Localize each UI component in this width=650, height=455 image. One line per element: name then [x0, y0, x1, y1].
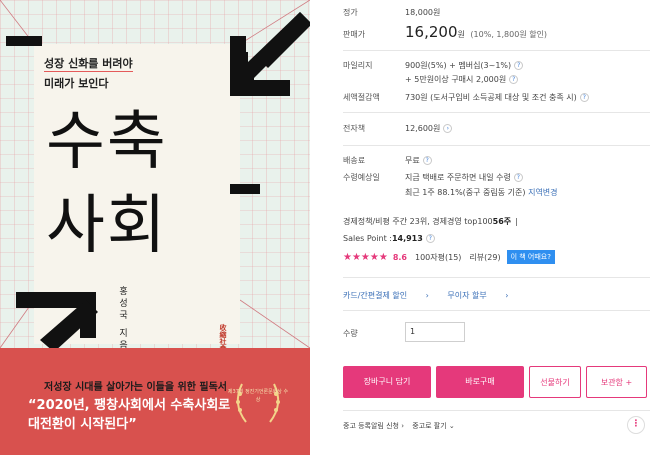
divider	[343, 310, 650, 311]
book-cover[interactable]: 성장 신화를 버려야 미래가 보인다 수축 사회 홍성국 지음 收縮社會 저성장…	[0, 0, 310, 455]
shipping-label: 배송료	[343, 156, 366, 165]
mileage-label: 마일리지	[343, 61, 373, 70]
delivery-value: 지금 택배로 주문하면 내일 수령?	[405, 172, 523, 183]
divider	[343, 145, 650, 146]
rating-score: 8.6	[392, 252, 407, 262]
help-icon[interactable]: ?	[513, 173, 523, 182]
sale-price: 16,200	[405, 23, 458, 41]
rating-stars-icon: ★★★★★	[343, 251, 388, 263]
interest-free-link[interactable]: 무이자 할부 ›	[447, 291, 508, 300]
list-price-label: 정가	[343, 8, 358, 17]
mileage-line1: 900원(5%) + 멤버십(3~1%)?	[405, 60, 524, 71]
shipping-value: 무료?	[405, 155, 432, 166]
rank-weeks: 56주	[492, 217, 512, 226]
help-icon[interactable]: ?	[509, 75, 519, 84]
payment-links: 카드/간편결제 할인 › 무이자 할부 ›	[343, 290, 525, 301]
sale-price-unit: 원	[457, 30, 465, 39]
divider	[343, 112, 650, 113]
award-emblem: 제37회 정진기언론문화상 수상	[226, 374, 290, 430]
ebook-label: 전자책	[343, 124, 366, 133]
delivery-label: 수령예상일	[343, 173, 380, 182]
used-alert-link[interactable]: 중고 등록알림 신청 ›	[343, 422, 404, 430]
review-badge[interactable]: 이 책 어때요?	[506, 250, 555, 264]
cover-title: 수축 사회	[46, 105, 168, 263]
band-lead: 저성장 시대를 살아가는 이들을 위한 필독서	[44, 382, 228, 393]
band-quote: “2020년, 팽창사회에서 수축사회로 대전환이 시작된다”	[28, 398, 231, 432]
cover-subtitle: 성장 신화를 버려야 미래가 보인다	[44, 57, 133, 90]
quantity-input[interactable]: 1	[405, 322, 465, 342]
rank-info: 경제정책/비평 주간 23위, 경제경영 top100 56주 |	[343, 217, 518, 226]
rating-row: ★★★★★ 8.6 100자평(15) 리뷰(29) 이 책 어때요?	[343, 250, 555, 264]
ebook-price[interactable]: 12,600원 ›	[405, 123, 453, 134]
divider	[343, 277, 650, 278]
used-links: 중고 등록알림 신청 › 중고로 팔기 ⌄	[343, 421, 455, 431]
help-icon[interactable]: ?	[425, 234, 435, 243]
product-info: 정가 18,000원 판매가 16,200원 (10%, 1,800원 할인) …	[343, 0, 650, 455]
arrow-right-icon[interactable]: ›	[443, 124, 453, 133]
sales-point: Sales Point : 14,913?	[343, 234, 435, 243]
award-text: 제37회 정진기언론문화상 수상	[227, 389, 289, 403]
more-options-icon[interactable]: ⋮	[627, 416, 645, 434]
gift-button[interactable]: 선물하기	[529, 366, 581, 398]
used-sell-link[interactable]: 중고로 팔기 ⌄	[412, 422, 455, 430]
buy-now-button[interactable]: 바로구매	[436, 366, 524, 398]
wishlist-button[interactable]: 보관함 +	[586, 366, 647, 398]
sale-price-label: 판매가	[343, 30, 366, 39]
card-discount-link[interactable]: 카드/간편결제 할인 ›	[343, 291, 429, 300]
sale-price-group: 16,200원 (10%, 1,800원 할인)	[405, 23, 547, 41]
tax-value: 730원 (도서구입비 소득공제 대상 및 조건 충족 시)?	[405, 92, 589, 103]
review-link[interactable]: 리뷰(29)	[469, 252, 500, 263]
list-price: 18,000원	[405, 8, 441, 17]
tax-label: 세액절감액	[343, 93, 380, 102]
help-icon[interactable]: ?	[422, 156, 432, 165]
divider	[343, 50, 650, 51]
add-to-cart-button[interactable]: 장바구니 담기	[343, 366, 431, 398]
sale-price-note: (10%, 1,800원 할인)	[470, 30, 548, 39]
review-100-link[interactable]: 100자평(15)	[415, 252, 461, 263]
divider	[343, 410, 650, 411]
help-icon[interactable]: ?	[514, 61, 524, 70]
help-icon[interactable]: ?	[579, 93, 589, 102]
quantity-label: 수량	[343, 329, 358, 338]
delivery-sub: 최근 1주 88.1%(중구 중림동 기준) 지역변경	[405, 188, 558, 197]
mileage-line2: + 5만원이상 구매시 2,000원?	[405, 74, 519, 85]
cover-author: 홍성국 지음	[117, 286, 127, 352]
change-region-link[interactable]: 지역변경	[528, 188, 557, 197]
